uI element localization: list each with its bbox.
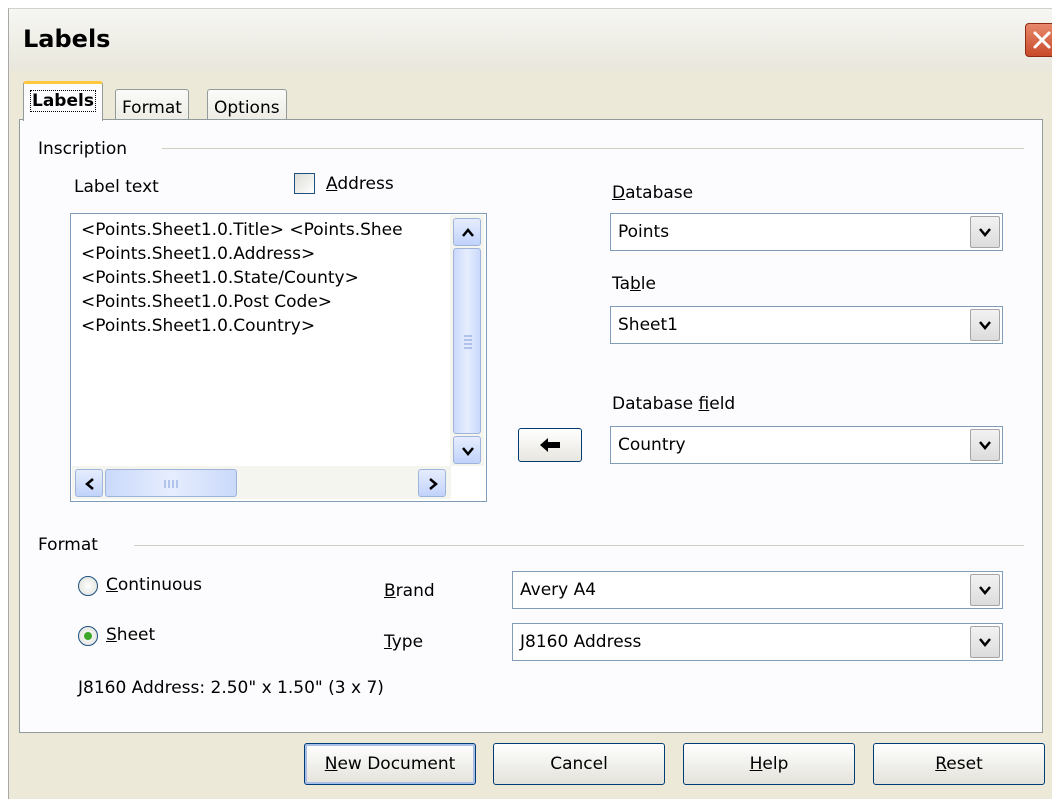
chevron-down-icon bbox=[979, 228, 991, 237]
new-document-button[interactable]: New Document bbox=[304, 743, 476, 785]
reset-button[interactable]: Reset bbox=[873, 743, 1045, 785]
insert-field-button[interactable] bbox=[518, 428, 582, 462]
new-document-rest: ew Document bbox=[337, 754, 456, 774]
help-rest: elp bbox=[762, 754, 789, 774]
help-button[interactable]: Help bbox=[683, 743, 855, 785]
type-label: Type bbox=[384, 632, 424, 652]
label-text-line: <Points.Sheet1.0.Post Code> bbox=[81, 292, 333, 312]
type-label-rest: ype bbox=[391, 632, 424, 652]
grip-icon bbox=[164, 480, 178, 488]
table-label-post: le bbox=[640, 274, 656, 294]
format-separator bbox=[134, 545, 1024, 546]
chevron-down-icon bbox=[462, 447, 474, 456]
database-field-label-pre: Database bbox=[612, 394, 699, 414]
radio-selected-dot bbox=[84, 632, 92, 640]
brand-select-value: Avery A4 bbox=[520, 580, 597, 600]
chevron-down-icon bbox=[979, 586, 991, 595]
label-text-line: <Points.Sheet1.0.Address> bbox=[81, 244, 316, 264]
database-field-select[interactable]: Country bbox=[610, 426, 1003, 464]
grip-icon bbox=[464, 335, 472, 349]
table-label-pre: Ta bbox=[612, 274, 630, 294]
address-checkbox-label-rest: ddress bbox=[337, 174, 394, 194]
database-field-label: Database field bbox=[612, 394, 736, 414]
database-label: Database bbox=[612, 183, 694, 203]
database-label-rest: atabase bbox=[625, 183, 694, 203]
database-select-value: Points bbox=[618, 222, 670, 242]
arrow-left-icon bbox=[540, 438, 560, 452]
sheet-radio[interactable] bbox=[78, 626, 98, 646]
chevron-down-icon bbox=[979, 321, 991, 330]
continuous-radio[interactable] bbox=[78, 576, 98, 596]
address-checkbox[interactable] bbox=[294, 173, 315, 194]
scroll-right-button[interactable] bbox=[418, 469, 446, 497]
type-select[interactable]: J8160 Address bbox=[512, 623, 1003, 661]
database-field-label-post: ield bbox=[709, 394, 736, 414]
reset-rest: eset bbox=[946, 754, 983, 774]
database-dropdown-button[interactable] bbox=[970, 216, 1000, 248]
vertical-scrollbar[interactable] bbox=[450, 215, 484, 466]
horizontal-scrollbar[interactable] bbox=[72, 466, 451, 499]
label-text-line: <Points.Sheet1.0.Country> bbox=[81, 316, 316, 336]
cancel-button[interactable]: Cancel bbox=[493, 743, 665, 785]
format-summary: J8160 Address: 2.50" x 1.50" (3 x 7) bbox=[78, 678, 384, 698]
sheet-label-rest: heet bbox=[116, 625, 156, 645]
inscription-group-label: Inscription bbox=[38, 139, 128, 159]
brand-select[interactable]: Avery A4 bbox=[512, 571, 1003, 609]
type-select-value: J8160 Address bbox=[520, 632, 642, 652]
sheet-radio-label: Sheet bbox=[106, 625, 156, 645]
type-dropdown-button[interactable] bbox=[970, 626, 1000, 658]
table-select-value: Sheet1 bbox=[618, 315, 678, 335]
continuous-radio-label: Continuous bbox=[106, 575, 203, 595]
brand-label-rest: rand bbox=[395, 581, 435, 601]
database-field-select-value: Country bbox=[618, 435, 686, 455]
continuous-label-rest: ontinuous bbox=[117, 575, 203, 595]
chevron-left-icon bbox=[85, 478, 94, 490]
label-text-area[interactable]: <Points.Sheet1.0.Title> <Points.Shee <Po… bbox=[70, 213, 487, 502]
chevron-right-icon bbox=[429, 478, 438, 490]
database-select[interactable]: Points bbox=[610, 213, 1003, 251]
brand-dropdown-button[interactable] bbox=[970, 574, 1000, 606]
database-field-dropdown-button[interactable] bbox=[970, 429, 1000, 461]
brand-label: Brand bbox=[384, 581, 435, 601]
format-group-label: Format bbox=[38, 535, 98, 555]
table-label: Table bbox=[612, 274, 656, 294]
address-checkbox-label: Address bbox=[326, 174, 394, 194]
chevron-up-icon bbox=[462, 228, 474, 237]
table-dropdown-button[interactable] bbox=[970, 309, 1000, 341]
inscription-separator bbox=[162, 148, 1024, 149]
label-text-line: <Points.Sheet1.0.State/County> bbox=[81, 268, 359, 288]
scroll-up-button[interactable] bbox=[453, 218, 481, 246]
label-text-line: <Points.Sheet1.0.Title> <Points.Shee bbox=[81, 220, 403, 240]
chevron-down-icon bbox=[979, 441, 991, 450]
table-select[interactable]: Sheet1 bbox=[610, 306, 1003, 344]
scroll-down-button[interactable] bbox=[453, 436, 481, 464]
chevron-down-icon bbox=[979, 638, 991, 647]
label-text-label: Label text bbox=[74, 177, 159, 197]
scroll-left-button[interactable] bbox=[75, 469, 103, 497]
vertical-scroll-thumb[interactable] bbox=[453, 248, 481, 434]
horizontal-scroll-thumb[interactable] bbox=[105, 469, 237, 497]
